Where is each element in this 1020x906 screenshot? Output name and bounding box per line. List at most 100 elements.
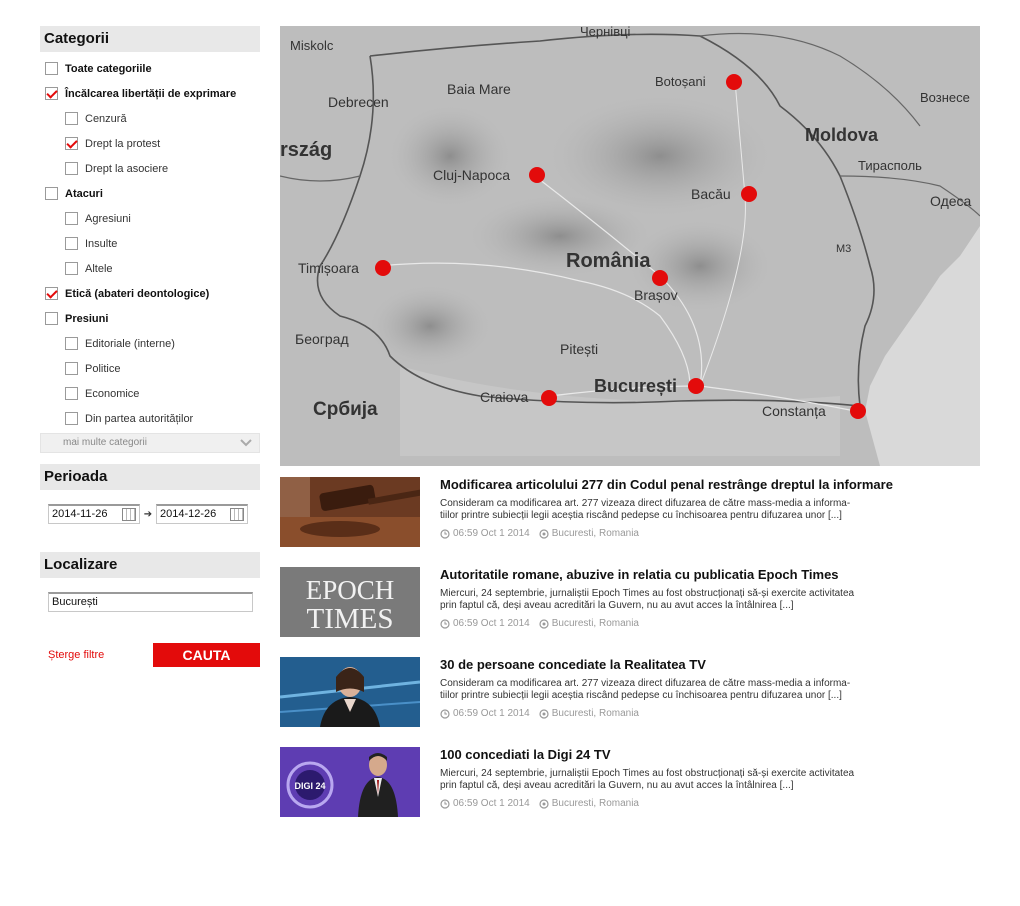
article-title[interactable]: 100 concediati la Digi 24 TV: [440, 747, 980, 762]
checkbox[interactable]: [65, 212, 78, 225]
gavel-image: [280, 477, 420, 547]
map-label: Craiova: [480, 389, 528, 405]
logo-text: DIGI 24: [294, 781, 325, 791]
map-label: rszág: [280, 139, 332, 161]
subcategory-political[interactable]: Politice: [40, 356, 260, 381]
more-categories-label: mai multe categorii: [63, 437, 147, 448]
map-marker-bacau[interactable]: [741, 186, 757, 202]
subcategory-economic[interactable]: Economice: [40, 381, 260, 406]
map-view[interactable]: Чернівці Miskolc Baia Mare Botoșani Возн…: [280, 26, 980, 466]
articles-list: Modificarea articolului 277 din Codul pe…: [280, 477, 980, 837]
map-marker-cluj-napoca[interactable]: [529, 167, 545, 183]
category-label: Încălcarea libertății de exprimare: [65, 87, 237, 100]
excerpt-line: Miercuri, 24 septembrie, jurnaliștii Epo…: [440, 588, 855, 599]
subcategory-others[interactable]: Altele: [40, 256, 260, 281]
search-button[interactable]: CAUTA: [153, 643, 260, 667]
article-time: 06:59 Oct 1 2014: [453, 798, 530, 809]
checkbox[interactable]: [65, 362, 78, 375]
map-marker-botosani[interactable]: [726, 74, 742, 90]
logo-text: TIMES: [307, 603, 394, 635]
category-label: Drept la asociere: [85, 162, 169, 175]
map-label: Вознесе: [920, 90, 970, 105]
more-categories-button[interactable]: mai multe categorii: [40, 433, 260, 453]
article-time: 06:59 Oct 1 2014: [453, 528, 530, 539]
calendar-icon[interactable]: [122, 508, 136, 521]
excerpt-line: tiilor printre subiecții legii aceștia r…: [440, 510, 842, 521]
article-thumbnail[interactable]: EPOCH TIMES: [280, 567, 420, 637]
article-thumbnail[interactable]: [280, 477, 420, 547]
article-meta: 06:59 Oct 1 2014 Bucuresti, Romania: [440, 618, 980, 629]
date-to-field[interactable]: 2014-12-26: [156, 504, 248, 524]
checkbox-checked[interactable]: [45, 287, 58, 300]
checkbox[interactable]: [65, 387, 78, 400]
excerpt-line: Consideram ca modificarea art. 277 vizea…: [440, 498, 851, 509]
subcategory-aggressions[interactable]: Agresiuni: [40, 206, 260, 231]
article-location: Bucuresti, Romania: [551, 618, 639, 629]
article-thumbnail[interactable]: [280, 657, 420, 727]
article-body: 30 de persoane concediate la Realitatea …: [440, 657, 980, 747]
checkbox[interactable]: [65, 237, 78, 250]
map-marker-craiova[interactable]: [541, 390, 557, 406]
checkbox-checked[interactable]: [45, 87, 58, 100]
checkbox[interactable]: [65, 262, 78, 275]
checkbox[interactable]: [45, 187, 58, 200]
checkbox[interactable]: [45, 312, 58, 325]
clear-filters-link[interactable]: Șterge filtre: [48, 649, 104, 661]
category-pressures[interactable]: Presiuni: [40, 306, 260, 331]
category-label: Editoriale (interne): [85, 337, 175, 350]
date-from-value: 2014-11-26: [52, 508, 108, 520]
checkbox-checked[interactable]: [65, 137, 78, 150]
clock-icon: [440, 798, 450, 809]
article-item[interactable]: DIGI 24 100 concediati la Digi 24 TV Mie…: [280, 747, 980, 837]
subcategory-right-to-protest[interactable]: Drept la protest: [40, 131, 260, 156]
article-title[interactable]: Autoritatile romane, abuzive in relatia …: [440, 567, 980, 582]
map-marker-bucuresti[interactable]: [688, 378, 704, 394]
category-label: Atacuri: [65, 187, 103, 200]
article-title[interactable]: 30 de persoane concediate la Realitatea …: [440, 657, 980, 672]
article-time: 06:59 Oct 1 2014: [453, 708, 530, 719]
article-excerpt: Consideram ca modificarea art. 277 vizea…: [440, 498, 980, 522]
subcategory-authorities[interactable]: Din partea autorităților: [40, 406, 260, 431]
subcategory-editorial[interactable]: Editoriale (interne): [40, 331, 260, 356]
checkbox[interactable]: [65, 162, 78, 175]
map-label: Bacău: [691, 186, 731, 202]
location-icon: [539, 708, 549, 719]
article-thumbnail[interactable]: DIGI 24: [280, 747, 420, 817]
category-ethics[interactable]: Etică (abateri deontologice): [40, 281, 260, 306]
subcategory-insults[interactable]: Insulte: [40, 231, 260, 256]
category-label: Drept la protest: [85, 137, 161, 150]
location-input[interactable]: București: [48, 592, 253, 612]
subcategory-right-to-association[interactable]: Drept la asociere: [40, 156, 260, 181]
digi24-studio-image: DIGI 24: [280, 747, 420, 817]
category-freedom-of-expression[interactable]: Încălcarea libertății de exprimare: [40, 81, 260, 106]
category-label: Insulte: [85, 237, 118, 250]
category-attacks[interactable]: Atacuri: [40, 181, 260, 206]
category-label: Agresiuni: [85, 212, 131, 225]
article-item[interactable]: 30 de persoane concediate la Realitatea …: [280, 657, 980, 747]
category-all[interactable]: Toate categoriile: [40, 56, 260, 81]
checkbox[interactable]: [65, 337, 78, 350]
map-marker-timisoara[interactable]: [375, 260, 391, 276]
checkbox[interactable]: [65, 112, 78, 125]
map-canvas[interactable]: Чернівці Miskolc Baia Mare Botoșani Возн…: [280, 26, 980, 466]
clock-icon: [440, 618, 450, 629]
checkbox[interactable]: [45, 62, 58, 75]
checkbox[interactable]: [65, 412, 78, 425]
news-anchor-image: [280, 657, 420, 727]
article-title[interactable]: Modificarea articolului 277 din Codul pe…: [440, 477, 980, 492]
map-marker-brasov[interactable]: [652, 270, 668, 286]
date-from-field[interactable]: 2014-11-26: [48, 504, 140, 524]
map-label: București: [594, 376, 677, 396]
article-item[interactable]: EPOCH TIMES Autoritatile romane, abuzive…: [280, 567, 980, 657]
article-item[interactable]: Modificarea articolului 277 din Codul pe…: [280, 477, 980, 567]
map-marker-constanta[interactable]: [850, 403, 866, 419]
subcategory-censorship[interactable]: Cenzură: [40, 106, 260, 131]
logo-text: EPOCH: [306, 575, 395, 605]
map-label: Чернівці: [580, 26, 631, 39]
relief-area: [390, 106, 510, 206]
calendar-icon[interactable]: [230, 508, 244, 521]
filter-actions: Șterge filtre CAUTA: [40, 643, 260, 667]
period-heading: Perioada: [40, 464, 260, 490]
excerpt-line: tiilor printre subiecții legii aceștia r…: [440, 690, 842, 701]
clock-icon: [440, 528, 450, 539]
